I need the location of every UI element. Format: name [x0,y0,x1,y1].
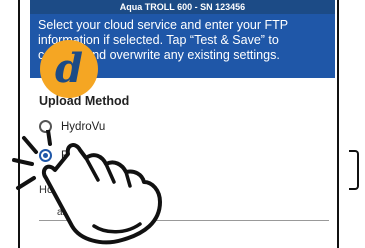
step-badge-letter: d [55,45,83,92]
device-title: Aqua TROLL 600 - SN 123456 [30,0,335,14]
phone-side-button [349,150,359,190]
tap-hand-icon [12,130,162,245]
instruction-line-1: Select your cloud service and enter your… [38,18,289,32]
phone-frame-right [337,0,359,248]
upload-method-label: Upload Method [39,94,130,108]
step-badge: d [40,40,98,98]
